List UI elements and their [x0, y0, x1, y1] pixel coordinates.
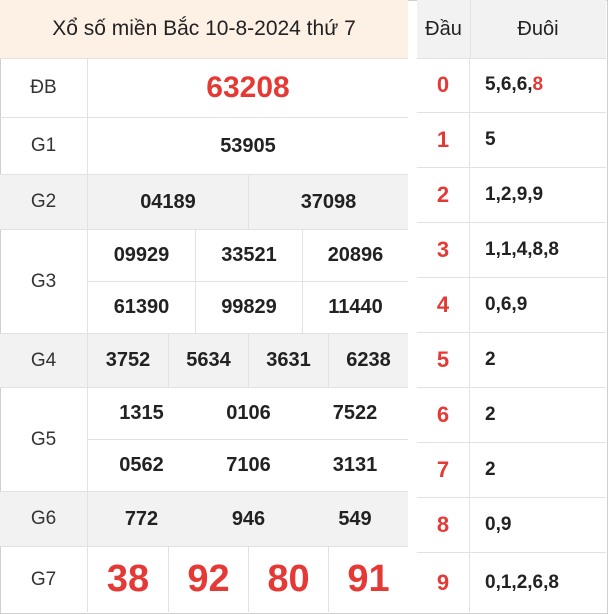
prize-number: 09929	[113, 244, 170, 266]
prize-label: G1	[0, 118, 88, 174]
duoi-highlight: 8	[532, 74, 544, 95]
prize-number: 0106	[226, 402, 271, 424]
dau-digit: 9	[417, 553, 470, 612]
prize-row-db: ĐB 63208	[0, 58, 408, 118]
duoi-digits: 2	[485, 459, 496, 480]
prize-number: 7106	[195, 439, 302, 491]
prize-row-g6: G6 772 946 549	[0, 492, 408, 547]
prize-number: 0562	[88, 439, 195, 491]
duoi-digits: 1,1,4,8,8	[485, 239, 559, 260]
duoi-digits: 0,1,2,6,8	[485, 571, 559, 593]
prize-number: 1315	[119, 402, 164, 424]
prize-label: G3	[0, 230, 88, 333]
dau-digit: 4	[417, 278, 470, 332]
prize-number: 37098	[248, 175, 408, 229]
prize-number: 20896	[302, 230, 408, 281]
prize-number: 91	[328, 547, 408, 612]
prize-row-g3: G3 09929 33521 20896 61390 99829 11440	[0, 230, 408, 334]
prize-number: 99829	[195, 281, 302, 333]
duoi-digits: 2	[485, 404, 496, 425]
loto-row: 3 1,1,4,8,8	[417, 223, 606, 278]
prize-label: G2	[0, 175, 88, 229]
prize-number: 33521	[195, 230, 302, 281]
prize-row-g4: G4 3752 5634 3631 6238	[0, 334, 408, 388]
duoi-digits: 5	[485, 129, 496, 150]
loto-row: 5 2	[417, 333, 606, 388]
prize-row-g7: G7 38 92 80 91	[0, 547, 408, 612]
prize-number: 3752	[105, 349, 151, 371]
loto-row: 7 2	[417, 443, 606, 498]
prize-number: 92	[168, 547, 248, 612]
loto-header: Đầu Đuôi	[417, 0, 606, 59]
dau-digit: 7	[417, 443, 470, 497]
dau-header: Đầu	[417, 0, 471, 58]
duoi-digits: 1,2,9,9	[485, 184, 544, 205]
prize-number: 6238	[328, 334, 408, 387]
dau-digit: 6	[417, 388, 470, 442]
prize-number: 549	[338, 507, 372, 530]
prize-number: 80	[248, 547, 328, 612]
prize-number: 3631	[248, 334, 328, 387]
loto-row: 6 2	[417, 388, 606, 443]
prize-table: Xổ số miền Bắc 10-8-2024 thứ 7 ĐB 63208 …	[0, 0, 408, 612]
special-prize-number: 63208	[206, 70, 290, 104]
dau-digit: 1	[417, 113, 470, 167]
dau-digit: 5	[417, 333, 470, 387]
duoi-digits: 0,6,9	[485, 294, 528, 315]
prize-number: 04189	[140, 190, 196, 213]
dau-digit: 8	[417, 498, 470, 552]
loto-table: Đầu Đuôi 0 5,6,6, 8 1 5 2 1,2,9,9 3 1,1,4…	[417, 0, 606, 612]
dau-digit: 3	[417, 223, 470, 277]
loto-row: 9 0,1,2,6,8	[417, 553, 606, 612]
prize-number: 946	[231, 507, 266, 530]
duoi-digits: 0,9	[485, 514, 512, 535]
prize-number: 3131	[302, 439, 408, 491]
loto-row: 0 5,6,6, 8	[417, 58, 606, 113]
prize-label: G4	[0, 334, 88, 387]
prize-number: 11440	[302, 281, 408, 333]
loto-row: 4 0,6,9	[417, 278, 606, 333]
duoi-digits: 5,6,6, 8	[485, 74, 544, 95]
loto-row: 2 1,2,9,9	[417, 168, 606, 223]
prize-row-g1: G1 53905	[0, 118, 408, 175]
prize-row-g2: G2 04189 37098	[0, 175, 408, 230]
dau-digit: 0	[417, 58, 470, 112]
loto-row: 8 0,9	[417, 498, 606, 553]
prize-row-g5: G5 1315 0106 7522 0562 7106 3131	[0, 388, 408, 492]
prize-label: ĐB	[0, 58, 88, 117]
duoi-digits: 2	[485, 349, 496, 370]
prize-number: 7522	[332, 402, 378, 424]
results-title: Xổ số miền Bắc 10-8-2024 thứ 7	[0, 0, 408, 59]
prize-number: 772	[124, 507, 159, 530]
duoi-header: Đuôi	[517, 17, 559, 40]
loto-row: 1 5	[417, 113, 606, 168]
prize-number: 38	[106, 558, 150, 600]
prize-number: 61390	[88, 281, 195, 333]
prize-label: G6	[0, 492, 88, 546]
dau-digit: 2	[417, 168, 470, 222]
prize-label: G5	[0, 388, 88, 491]
prize-number: 53905	[220, 134, 276, 157]
prize-number: 5634	[168, 334, 248, 387]
prize-label: G7	[0, 547, 88, 612]
